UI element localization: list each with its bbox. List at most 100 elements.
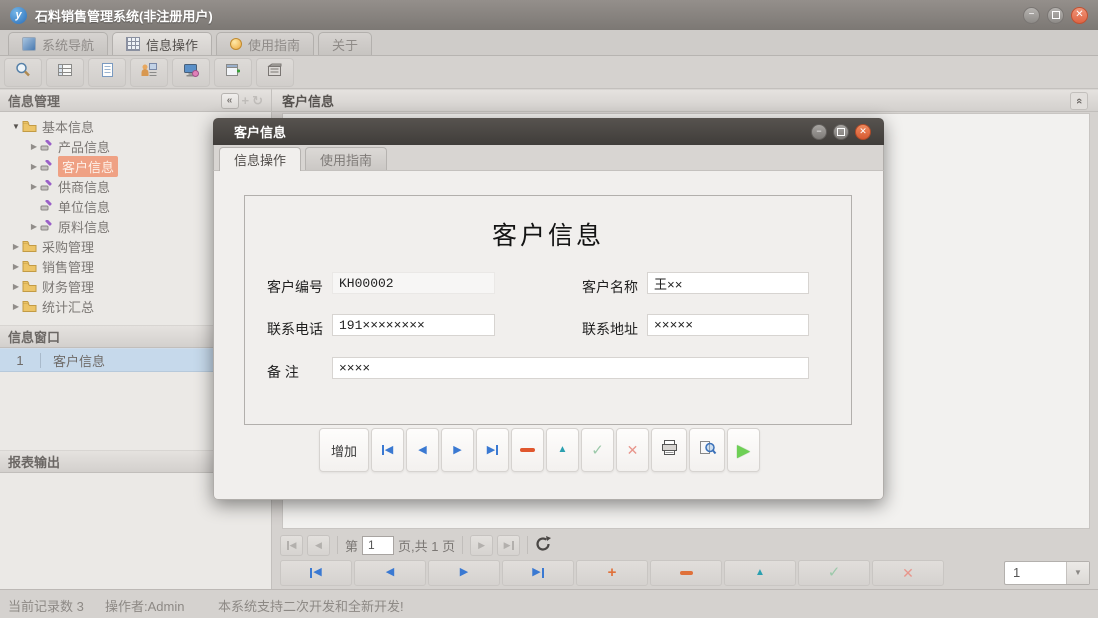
collapsed-arrow-icon[interactable]: ▶ [28,222,40,231]
app-logo-icon: y [10,7,27,24]
last-page-button[interactable]: ▶ [497,535,520,556]
customer-report-button[interactable] [130,58,168,87]
first-record-button[interactable]: ◀ [371,428,404,472]
dialog-titlebar[interactable]: 客户信息 − ✕ [213,118,884,145]
first-page-button[interactable]: ◀ [280,535,303,556]
printer-icon [660,439,679,461]
monitor-button[interactable] [172,58,210,87]
remark-field[interactable] [332,357,809,379]
tab-about[interactable]: 关于 [318,32,372,55]
tool-icon [40,180,53,193]
separator [337,536,338,554]
expanded-arrow-icon[interactable]: ▼ [10,122,22,131]
app-title: 石料销售管理系统(非注册用户) [35,6,213,25]
dialog-tab-user-guide[interactable]: 使用指南 [305,147,387,170]
print-preview-button[interactable] [689,428,725,472]
folder-icon [22,240,37,252]
collapsed-arrow-icon[interactable]: ▶ [28,142,40,151]
dialog-tab-info-operation[interactable]: 信息操作 [219,147,301,171]
pager: ◀ ◀ 第 页,共 1 页 ▶ ▶ [280,533,551,557]
tree-item-label: 销售管理 [42,257,94,276]
card-file-button[interactable] [256,58,294,87]
tab-info-operation[interactable]: 信息操作 [112,32,212,55]
close-button[interactable]: ✕ [1071,7,1088,24]
new-window-button[interactable] [214,58,252,87]
next-page-button[interactable]: ▶ [470,535,493,556]
delete-record-button[interactable] [511,428,544,472]
add-button[interactable]: 增加 [319,428,369,472]
maximize-button[interactable] [1047,7,1064,24]
refresh-tree-icon[interactable]: ↻ [252,93,263,109]
customer-name-field[interactable] [647,272,809,294]
delete-record-button[interactable] [650,560,722,586]
grid-icon [126,37,140,51]
chevron-down-icon[interactable]: ▼ [1066,562,1089,584]
new-window-icon [223,60,243,85]
collapse-panel-button[interactable]: « [1070,92,1088,110]
page-label-prefix: 第 [345,536,358,555]
minimize-button[interactable]: − [1023,7,1040,24]
last-record-button[interactable]: ▶ [502,560,574,586]
contact-phone-label: 联系电话 [267,319,323,339]
tree-item-label: 供商信息 [58,177,110,196]
contact-address-field[interactable] [647,314,809,336]
dialog-maximize-button[interactable] [833,124,849,140]
prior-record-button[interactable]: ◀ [354,560,426,586]
tree-item-label: 单位信息 [58,197,110,216]
collapsed-arrow-icon[interactable]: ▶ [28,162,40,171]
cancel-record-button[interactable]: ✕ [616,428,649,472]
collapse-sidebar-button[interactable]: « [221,93,239,109]
tree-item-label: 统计汇总 [42,297,94,316]
prev-page-button[interactable]: ◀ [307,535,330,556]
collapsed-arrow-icon[interactable]: ▶ [28,182,40,191]
folder-icon [22,120,37,132]
tab-system-navigation[interactable]: 系统导航 [8,32,108,55]
record-count-dropdown[interactable]: 1 ▼ [1004,561,1090,585]
collapsed-arrow-icon[interactable]: ▶ [10,242,22,251]
cancel-record-button[interactable]: ✕ [872,560,944,586]
contact-phone-field[interactable] [332,314,495,336]
print-button[interactable] [651,428,687,472]
collapsed-arrow-icon[interactable]: ▶ [10,282,22,291]
record-navigator: 增加 ◀ ◀ ▶ ▶ ▲ ✓ ✕ ▶ [319,428,760,472]
dialog-minimize-button[interactable]: − [811,124,827,140]
folder-icon [22,300,37,312]
execute-button[interactable]: ▶ [727,428,760,472]
tool-icon [40,160,53,173]
dialog-body: 客户信息 客户编号 客户名称 联系电话 联系地址 备 注 增加 ◀ ◀ ▶ ▶ … [213,171,884,500]
post-record-button[interactable]: ✓ [798,560,870,586]
remark-label: 备 注 [267,362,299,382]
next-record-button[interactable]: ▶ [428,560,500,586]
record-count-text: 当前记录数 3 [8,596,84,615]
collapsed-arrow-icon[interactable]: ▶ [10,262,22,271]
edit-record-button[interactable]: ▲ [724,560,796,586]
refresh-icon[interactable] [535,536,551,555]
edit-record-button[interactable]: ▲ [546,428,579,472]
window-controls: − ✕ [1023,7,1088,24]
first-record-button[interactable]: ◀ [280,560,352,586]
table-view-button[interactable] [46,58,84,87]
folder-icon [22,260,37,272]
tab-label: 使用指南 [248,35,300,54]
main-panel-title: 客户信息 [282,91,334,110]
tab-user-guide[interactable]: 使用指南 [216,32,314,55]
status-bar: 当前记录数 3 操作者:Admin 本系统支持二次开发和全新开发! [0,589,1098,618]
add-node-icon[interactable]: + [242,93,250,108]
insert-record-button[interactable]: + [576,560,648,586]
next-record-button[interactable]: ▶ [441,428,474,472]
collapsed-arrow-icon[interactable]: ▶ [10,302,22,311]
tree-item-label: 原料信息 [58,217,110,236]
main-tabbar: 系统导航 信息操作 使用指南 关于 [0,30,1098,56]
post-record-button[interactable]: ✓ [581,428,614,472]
page-number-input[interactable] [362,536,394,555]
prior-record-button[interactable]: ◀ [406,428,439,472]
info-management-title: 信息管理 [8,91,60,110]
main-toolbar [0,57,1098,89]
search-button[interactable] [4,58,42,87]
document-button[interactable] [88,58,126,87]
last-record-button[interactable]: ▶ [476,428,509,472]
guide-icon [230,38,242,50]
dialog-close-button[interactable]: ✕ [855,124,871,140]
tool-icon [40,220,53,233]
customer-code-field[interactable] [332,272,495,294]
